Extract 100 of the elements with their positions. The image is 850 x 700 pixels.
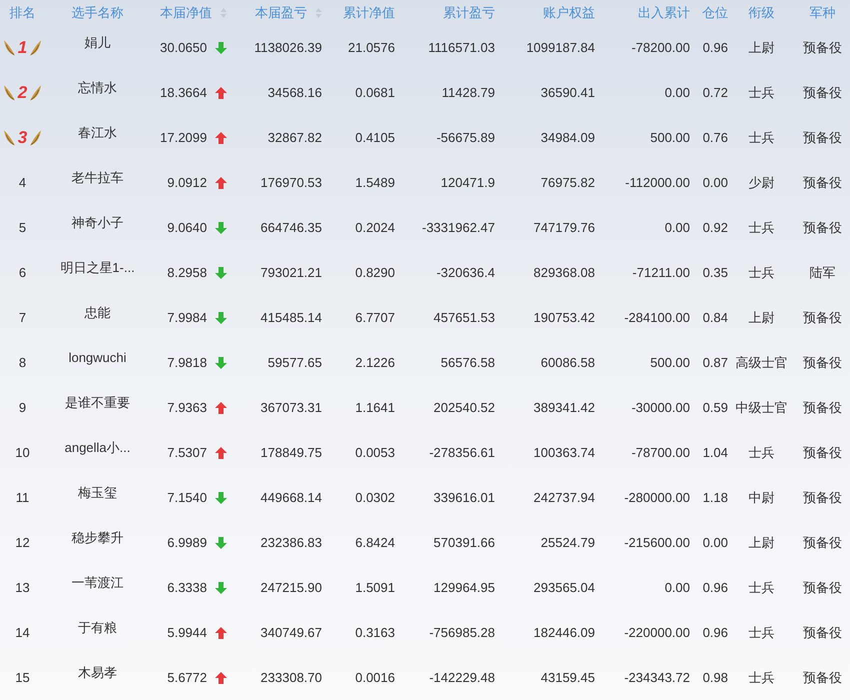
table-cell-text: 415485.14: [260, 308, 322, 327]
player-name[interactable]: 明日之星1-...: [60, 258, 135, 288]
player-name[interactable]: 春江水: [78, 122, 117, 152]
column-header: 排名: [10, 4, 36, 22]
column-header: 账户权益: [543, 4, 595, 22]
table-cell-text: 上尉: [748, 38, 774, 57]
laurel-rank-badge: 1: [2, 38, 42, 56]
table-cell-text: 0.4105: [355, 128, 395, 147]
table-cell-text: -142229.48: [429, 668, 495, 687]
table-cell-text: 182446.09: [534, 624, 595, 642]
table-cell-text: 6.3338: [167, 578, 207, 597]
table-cell-text: 士兵: [748, 84, 774, 102]
table-cell-text: 预备役: [803, 354, 842, 372]
table-cell-text: 500.00: [650, 128, 690, 147]
player-name[interactable]: 忠能: [84, 302, 110, 332]
table-cell-text: 0.92: [702, 218, 728, 237]
table-cell-text: 5.6772: [167, 668, 207, 687]
column-header: 衔级: [748, 4, 774, 22]
laurel-rank-badge: 2: [2, 84, 42, 102]
table-cell-text: 士兵: [748, 264, 774, 282]
table-cell-text: 预备役: [803, 668, 842, 687]
table-cell-text: 6.8424: [355, 534, 395, 552]
table-cell-text: 829368.08: [534, 264, 595, 282]
table-cell-text: 1116571.03: [428, 38, 495, 57]
table-cell-text: 预备役: [803, 308, 842, 327]
rank-number: 14: [15, 624, 30, 642]
rank-number: 11: [16, 488, 30, 507]
table-cell-text: 预备役: [803, 488, 842, 507]
sort-icon[interactable]: [315, 6, 322, 18]
table-cell-text: 预备役: [803, 128, 842, 147]
table-cell-text: 少尉: [748, 174, 774, 192]
table-cell-text: 6.9989: [167, 534, 207, 552]
table-cell-text: 30.0650: [160, 38, 207, 57]
table-cell-text: 0.00: [702, 534, 728, 552]
table-cell-text: 129964.95: [434, 578, 495, 597]
table-cell-text: -320636.4: [436, 264, 495, 282]
table-cell-text: -278356.61: [429, 444, 495, 462]
table-cell-text: 21.0576: [348, 38, 395, 57]
laurel-rank-badge: 3: [2, 128, 42, 146]
table-cell-text: 202540.52: [434, 398, 495, 417]
player-name[interactable]: 稳步攀升: [72, 528, 124, 558]
table-cell-text: 247215.90: [260, 578, 322, 597]
table-cell-text: 242737.94: [534, 488, 595, 507]
table-cell-text: 17.2099: [160, 128, 207, 147]
table-cell-text: 士兵: [748, 668, 774, 687]
table-cell-text: 士兵: [748, 624, 774, 642]
table-cell-text: 36590.41: [540, 84, 595, 102]
player-name[interactable]: 神奇小子: [72, 212, 124, 242]
table-cell-text: 预备役: [803, 398, 842, 417]
table-cell-text: 预备役: [803, 578, 842, 597]
table-cell-text: 士兵: [748, 444, 774, 462]
table-cell-text: -280000.00: [624, 488, 690, 507]
player-name[interactable]: 老牛拉车: [72, 168, 124, 198]
rank-number: 4: [18, 174, 26, 192]
player-name[interactable]: 一苇渡江: [72, 572, 124, 602]
table-cell-text: 0.35: [702, 264, 728, 282]
table-cell-text: 7.5307: [167, 444, 207, 462]
table-cell-text: 7.9984: [167, 308, 207, 327]
table-cell-text: 18.3664: [160, 84, 207, 102]
table-cell-text: 793021.21: [260, 264, 322, 282]
table-cell-text: 1.1641: [355, 398, 395, 417]
player-name[interactable]: 是谁不重要: [65, 392, 130, 422]
sort-icon[interactable]: [220, 6, 227, 18]
table-cell-text: 340749.67: [260, 624, 322, 642]
table-cell-text: 预备役: [803, 534, 842, 552]
rank-number: 9: [18, 398, 26, 417]
table-cell-text: 0.76: [702, 128, 728, 147]
table-cell-text: 1138026.39: [254, 38, 322, 57]
column-header: 仓位: [702, 4, 728, 22]
player-name[interactable]: 木易孝: [78, 662, 117, 692]
table-cell-text: -71211.00: [632, 264, 690, 282]
table-cell-text: 0.00: [664, 84, 690, 102]
table-cell-text: 233308.70: [260, 668, 322, 687]
table-cell-text: 8.2958: [167, 264, 207, 282]
table-cell-text: 6.7707: [355, 308, 395, 327]
rank-number: 15: [15, 668, 30, 687]
table-cell-text: 士兵: [748, 578, 774, 597]
rank-number: 12: [15, 534, 30, 552]
player-name[interactable]: longwuchi: [68, 348, 126, 378]
player-name[interactable]: 忘情水: [78, 78, 117, 108]
player-name[interactable]: 梅玉玺: [78, 482, 117, 512]
table-cell-text: 178849.75: [260, 444, 322, 462]
table-cell-text: 5.9944: [167, 624, 207, 642]
player-name[interactable]: angella小...: [64, 438, 130, 468]
table-cell-text: -112000.00: [625, 174, 690, 192]
table-cell-text: -30000.00: [631, 398, 690, 417]
table-cell-text: 1.5091: [355, 578, 395, 597]
table-cell-text: 32867.82: [268, 128, 322, 147]
player-name[interactable]: 娟儿: [84, 32, 110, 62]
table-cell-text: -3331962.47: [422, 218, 495, 237]
table-cell-text: 570391.66: [434, 534, 495, 552]
table-cell-text: 389341.42: [534, 398, 595, 417]
table-cell-text: -220000.00: [624, 624, 690, 642]
table-cell-text: 190753.42: [534, 308, 595, 327]
table-cell-text: 0.87: [702, 354, 728, 372]
player-name[interactable]: 于有粮: [78, 618, 117, 648]
table-cell-text: 0.0016: [355, 668, 395, 687]
column-header: 出入累计: [638, 4, 690, 22]
table-cell-text: 7.9818: [167, 354, 207, 372]
table-cell-text: 0.2024: [355, 218, 395, 237]
